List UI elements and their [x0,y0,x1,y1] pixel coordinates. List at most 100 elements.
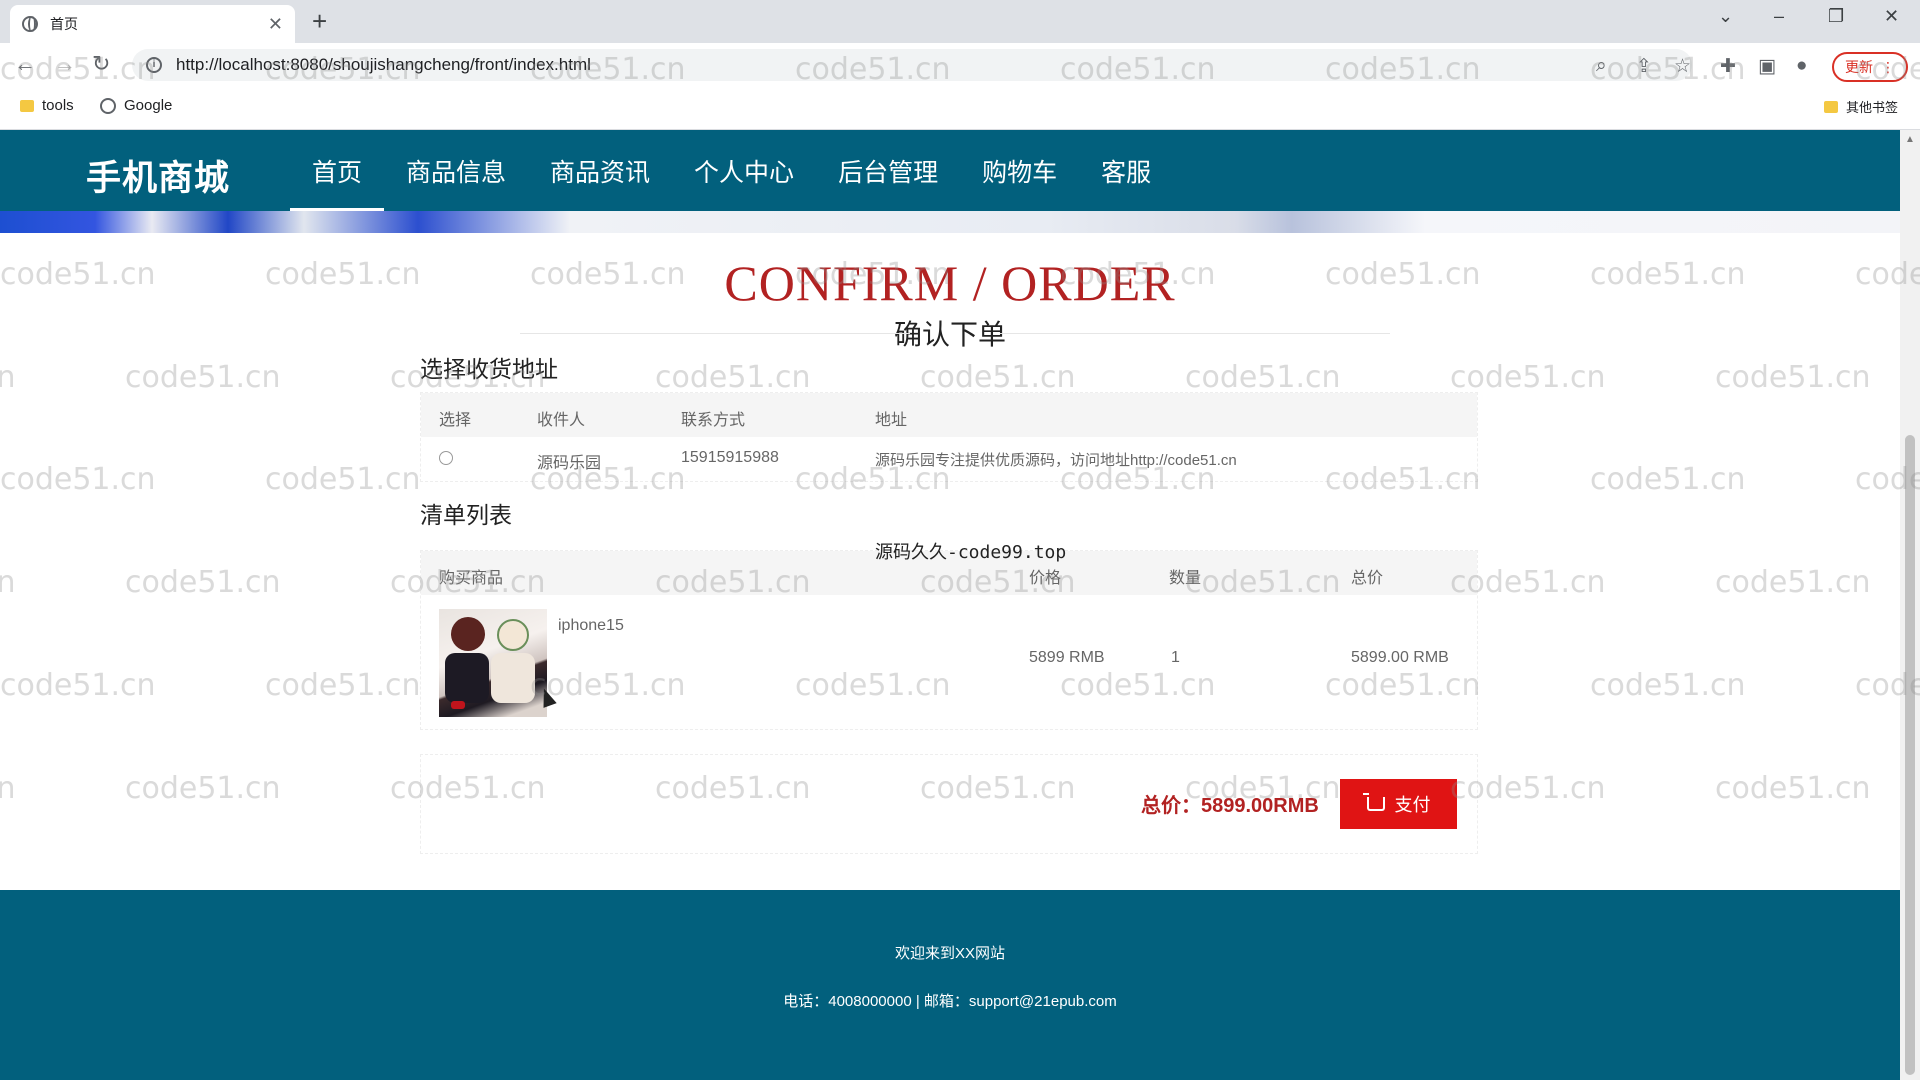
col-select: 选择 [439,412,472,429]
share-icon[interactable]: ⇪ [1636,55,1652,78]
col-product: 购买商品 [439,570,504,587]
address-bar[interactable]: i http://localhost:8080/shoujishangcheng… [132,49,1692,81]
watermark-text: code51.cn [1715,771,1871,806]
watermark-text: code51.cn [1715,360,1871,395]
update-button[interactable]: 更新 ⋮ [1832,52,1908,82]
update-label: 更新 [1845,59,1873,75]
col-price: 价格 [1029,570,1062,587]
reload-icon[interactable]: ↻ [92,51,110,77]
minimize-icon[interactable]: – [1774,6,1784,27]
checkout-bar: 总价：5899.00RMB 支付 [420,754,1478,854]
watermark-text: code51.cn [920,360,1076,395]
watermark-text: code51.cn [0,462,156,497]
bookmark-tools[interactable]: tools [20,97,74,114]
site-header: 手机商城 首页 商品信息 商品资讯 个人中心 后台管理 购物车 客服 [0,130,1900,211]
zoom-icon[interactable]: ⌕ [1596,55,1607,77]
watermark-text: code51.cn [0,668,156,703]
footer-welcome: 欢迎来到XX网站 [894,945,1005,962]
watermark-text: code51.cn [125,771,281,806]
profile-icon[interactable]: ● [1796,55,1807,77]
watermark-text: code51.cn [125,360,281,395]
browser-tab[interactable]: 首页 ✕ [10,5,295,43]
folder-icon [1824,100,1838,113]
nav-news[interactable]: 商品资讯 [528,130,672,211]
cart-icon [1362,793,1385,811]
title-divider [520,333,910,334]
scroll-up-icon[interactable]: ▲ [1905,134,1915,145]
quantity-cell: 1 [1171,649,1180,666]
watermark-text: code51.cn [125,565,281,600]
recipient-cell: 源码乐园 [537,455,602,472]
bookmark-label: Google [124,97,173,114]
window-close-icon[interactable]: ✕ [1884,6,1899,27]
page-title-en: CONFIRM / ORDER [724,255,1176,311]
overlay-text: 源码久久-code99.top [875,542,1067,563]
page-scrollbar[interactable]: ▲ [1900,130,1920,1080]
new-tab-icon[interactable]: + [312,6,327,37]
menu-dots-icon: ⋮ [1881,58,1895,75]
browser-toolbar: ← → ↻ i http://localhost:8080/shoujishan… [0,43,1920,86]
bookmark-google[interactable]: Google [100,97,172,114]
col-phone: 联系方式 [681,412,746,429]
nav-admin[interactable]: 后台管理 [816,130,960,211]
extensions-icon[interactable]: ✚ [1720,55,1736,78]
side-panel-icon[interactable]: ▣ [1758,55,1776,78]
product-name[interactable]: iphone15 [558,617,624,635]
product-image-figure [451,701,465,709]
forward-icon[interactable]: → [54,51,76,77]
product-image-figure [445,653,489,703]
restore-icon[interactable]: ❐ [1828,6,1844,27]
order-total: 总价：5899.00RMB [1141,795,1319,817]
address-table-header: 选择 收件人 联系方式 地址 [421,393,1477,437]
product-image-figure [451,617,485,651]
banner-image [0,211,1900,233]
url-text[interactable]: http://localhost:8080/shoujishangcheng/f… [176,55,591,75]
close-tab-icon[interactable]: ✕ [268,14,283,35]
col-address: 地址 [875,412,908,429]
main-nav: 首页 商品信息 商品资讯 个人中心 后台管理 购物车 客服 [290,130,1173,211]
nav-cart[interactable]: 购物车 [960,130,1079,211]
nav-profile[interactable]: 个人中心 [672,130,816,211]
bookmark-label: tools [42,97,74,114]
watermark-text: code51.cn [265,462,421,497]
col-quantity: 数量 [1169,570,1202,587]
pay-button[interactable]: 支付 [1340,779,1457,829]
product-image-figure [497,619,529,651]
tab-search-icon[interactable]: ⌄ [1718,6,1733,27]
watermark-text: code51.cn [1450,360,1606,395]
scroll-thumb[interactable] [1905,435,1915,1075]
watermark-text: code51.cn [1590,668,1746,703]
address-table: 选择 收件人 联系方式 地址 源码乐园 15915915988 源码乐园专注提供… [420,392,1478,482]
watermark-text: code51.cn [0,565,16,600]
watermark-text: code51.cn [0,771,16,806]
watermark-text: code51.cn [265,668,421,703]
address-cell: 源码乐园专注提供优质源码，访问地址http://code51.cn [875,452,1237,469]
price-cell: 5899 RMB [1029,649,1105,666]
site-info-icon[interactable]: i [146,57,162,73]
watermark-text: code51.cn [1715,565,1871,600]
bookmarks-bar: tools Google 其他书签 [0,86,1920,130]
nav-products[interactable]: 商品信息 [384,130,528,211]
globe-icon [100,97,116,114]
site-logo[interactable]: 手机商城 [86,150,230,201]
phone-cell: 15915915988 [681,449,779,466]
other-bookmarks[interactable]: 其他书签 [1824,97,1898,116]
title-divider [1000,333,1390,334]
back-icon[interactable]: ← [14,51,36,77]
table-row: iphone15 5899 RMB 1 5899.00 RMB [421,595,1477,729]
nav-home[interactable]: 首页 [290,130,385,211]
other-bookmarks-label: 其他书签 [1846,100,1899,115]
col-total: 总价 [1351,570,1384,587]
product-image-figure [491,653,535,703]
table-row[interactable]: 源码乐园 15915915988 源码乐园专注提供优质源码，访问地址http:/… [421,437,1477,481]
tab-title: 首页 [50,16,78,32]
browser-tab-bar: 首页 ✕ + ⌄ – ❐ ✕ [0,0,1920,43]
product-image[interactable] [439,609,547,717]
page-title-cn: 确认下单 [0,313,1900,353]
address-radio[interactable] [439,451,453,465]
bookmark-star-icon[interactable]: ☆ [1674,55,1691,78]
nav-service[interactable]: 客服 [1079,130,1173,211]
globe-icon [22,16,38,32]
watermark-text: code51.cn [655,360,811,395]
address-section-heading: 选择收货地址 [420,356,558,382]
